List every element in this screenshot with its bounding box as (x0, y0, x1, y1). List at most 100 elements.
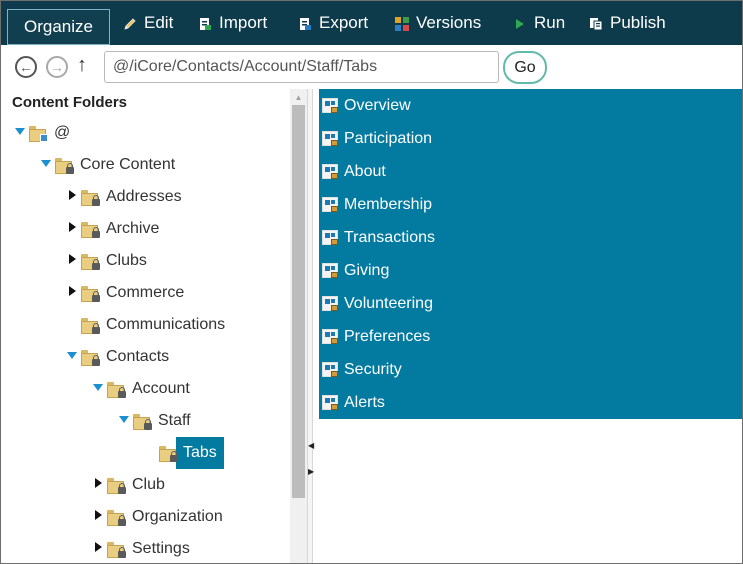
locked-folder-icon (81, 190, 100, 206)
content-item-label: Membership (344, 195, 433, 213)
tree-item-label: @ (54, 124, 71, 141)
tree-item-label: Contacts (106, 348, 170, 365)
collapse-left-icon[interactable]: ◀ (308, 441, 314, 451)
content-item-label: Alerts (344, 393, 385, 411)
export-icon (298, 16, 312, 30)
content-folders-panel: Content Folders @ Core Content Addresses… (1, 89, 307, 563)
versions-button[interactable]: Versions (395, 1, 481, 45)
content-page-icon (322, 131, 338, 146)
import-button[interactable]: Import (198, 1, 267, 45)
content-item-label: Giving (344, 261, 390, 279)
tree-item-staff[interactable]: Staff (119, 409, 191, 433)
content-item-label: About (344, 162, 386, 180)
expand-toggle[interactable] (67, 190, 79, 202)
locked-folder-icon (159, 446, 178, 462)
versions-label: Versions (416, 13, 482, 32)
forward-button[interactable]: → (46, 56, 68, 78)
pencil-icon (123, 16, 137, 30)
expand-toggle[interactable] (67, 286, 79, 298)
content-item-security[interactable]: Security (322, 353, 402, 386)
go-label: Go (514, 58, 536, 76)
content-item-volunteering[interactable]: Volunteering (322, 287, 433, 320)
expand-toggle[interactable] (119, 414, 131, 426)
scrollbar-thumb[interactable] (292, 105, 305, 498)
tree-item-label: Archive (106, 220, 160, 237)
run-button[interactable]: Run (513, 1, 565, 45)
import-icon (198, 16, 212, 30)
tree-item-addresses[interactable]: Addresses (69, 185, 182, 209)
address-bar: ← → ↑ Go (1, 45, 742, 89)
back-button[interactable]: ← (15, 56, 37, 78)
locked-folder-icon (107, 510, 126, 526)
tree-item-archive[interactable]: Archive (69, 217, 160, 241)
export-label: Export (319, 13, 369, 32)
expand-right-icon[interactable]: ▶ (308, 467, 314, 477)
expand-toggle[interactable] (93, 542, 105, 554)
content-item-label: Security (344, 360, 402, 378)
content-item-label: Preferences (344, 327, 431, 345)
tree-item-root[interactable]: @ (15, 121, 71, 145)
tree-item-settings[interactable]: Settings (95, 537, 190, 561)
content-item-alerts[interactable]: Alerts (322, 386, 385, 419)
expand-toggle[interactable] (15, 126, 27, 138)
tree-item-tabs[interactable]: Tabs (159, 437, 224, 469)
versions-grid-icon (395, 16, 409, 31)
content-item-participation[interactable]: Participation (322, 122, 432, 155)
tree-item-club[interactable]: Club (95, 473, 165, 497)
content-item-membership[interactable]: Membership (322, 188, 432, 221)
up-button[interactable]: ↑ (77, 54, 87, 77)
main-toolbar: Organize Edit Import Export Versions Run… (1, 1, 742, 45)
tree-item-commerce[interactable]: Commerce (69, 281, 185, 305)
publish-icon (589, 16, 603, 31)
content-item-preferences[interactable]: Preferences (322, 320, 430, 353)
go-button[interactable]: Go (503, 51, 547, 84)
app-frame: Organize Edit Import Export Versions Run… (0, 0, 743, 564)
content-list: Overview Participation About Membership … (319, 89, 742, 419)
tree-item-organization[interactable]: Organization (95, 505, 223, 529)
content-item-about[interactable]: About (322, 155, 386, 188)
tree-item-label: Core Content (80, 156, 176, 173)
content-item-transactions[interactable]: Transactions (322, 221, 435, 254)
publish-button[interactable]: Publish (589, 1, 666, 45)
import-label: Import (219, 13, 268, 32)
locked-folder-icon (107, 478, 126, 494)
tree-item-label: Organization (132, 508, 223, 525)
content-page-icon (322, 230, 338, 245)
tree-item-account[interactable]: Account (93, 377, 190, 401)
path-input[interactable] (104, 51, 499, 83)
run-label: Run (534, 13, 566, 32)
expand-toggle[interactable] (93, 382, 105, 394)
tree-item-contacts[interactable]: Contacts (67, 345, 170, 369)
locked-folder-icon (81, 254, 100, 270)
tree-item-label: Staff (158, 412, 191, 429)
content-page-icon (322, 395, 338, 410)
tree-item-label: Settings (132, 540, 190, 557)
content-page-icon (322, 329, 338, 344)
content-item-giving[interactable]: Giving (322, 254, 389, 287)
content-item-overview[interactable]: Overview (322, 89, 411, 122)
expand-toggle[interactable] (67, 350, 79, 362)
play-icon (513, 16, 527, 30)
tree-item-core-content[interactable]: Core Content (41, 153, 176, 177)
tree-item-label: Communications (106, 316, 226, 333)
expand-toggle[interactable] (93, 478, 105, 490)
organize-button[interactable]: Organize (7, 9, 110, 45)
arrow-left-icon: ← (19, 59, 33, 75)
tree-item-communications[interactable]: Communications (81, 313, 225, 337)
expand-toggle[interactable] (67, 254, 79, 266)
tree-item-label: Commerce (106, 284, 185, 301)
expand-toggle[interactable] (41, 158, 53, 170)
expand-toggle[interactable] (67, 222, 79, 234)
scroll-up-button[interactable]: ▲ (290, 89, 307, 105)
content-page-icon (322, 296, 338, 311)
arrow-right-icon: → (50, 59, 64, 75)
content-item-label: Transactions (344, 228, 435, 246)
edit-button[interactable]: Edit (123, 1, 173, 45)
tree-item-clubs[interactable]: Clubs (69, 249, 147, 273)
export-button[interactable]: Export (298, 1, 368, 45)
panel-splitter[interactable]: ◀ ▶ (307, 89, 314, 563)
expand-toggle[interactable] (93, 510, 105, 522)
caret-up-icon: ▲ (294, 92, 303, 102)
arrow-up-icon: ↑ (77, 54, 87, 76)
content-page-icon (322, 164, 338, 179)
